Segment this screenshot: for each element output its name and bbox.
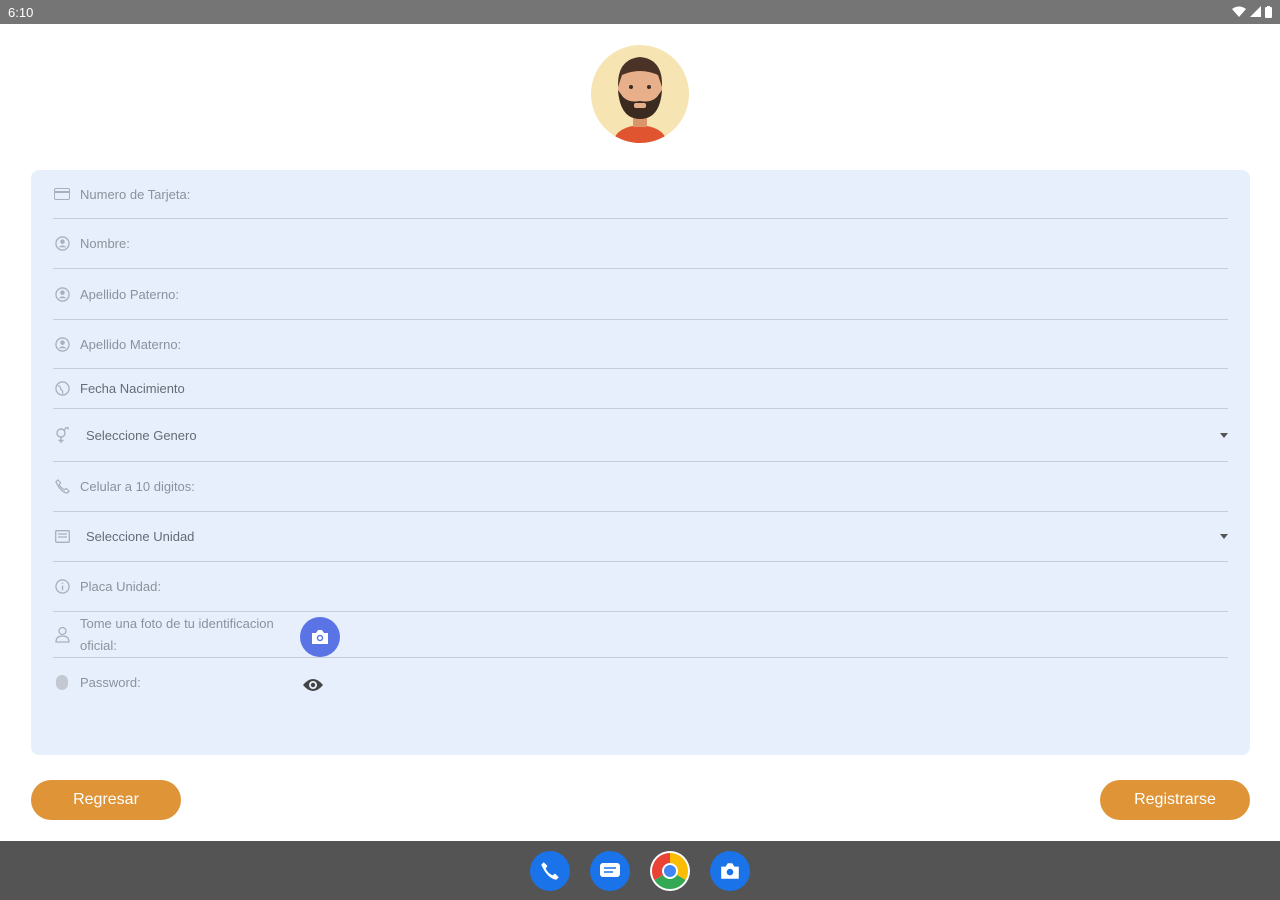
birthdate-label: Fecha Nacimiento: [80, 381, 185, 396]
person-icon: [53, 335, 71, 353]
unit-select-value: Seleccione Unidad: [86, 529, 195, 544]
registration-form: Numero de Tarjeta: Nombre: Apellido Pate…: [31, 170, 1250, 755]
maternal-surname-field[interactable]: Apellido Materno:: [53, 320, 1228, 369]
credit-card-icon: [53, 185, 71, 203]
gender-icon: [53, 426, 71, 444]
fingerprint-icon: [53, 673, 71, 691]
battery-icon: [1265, 6, 1272, 18]
eye-icon: [303, 679, 323, 691]
id-photo-label: Tome una foto de tu identificacion ofici…: [80, 615, 274, 653]
id-photo-field: Tome una foto de tu identificacion ofici…: [53, 612, 1228, 658]
phone-icon: [53, 478, 71, 496]
phone-label: Celular a 10 digitos:: [80, 479, 195, 494]
taskbar: [0, 841, 1280, 900]
person-outline-icon: [53, 626, 71, 644]
camera-app-icon[interactable]: [710, 850, 750, 891]
card-number-field[interactable]: Numero de Tarjeta:: [53, 170, 1228, 219]
gender-select[interactable]: Seleccione Genero: [53, 409, 1228, 462]
user-avatar-icon: [613, 57, 667, 143]
status-bar: 6:10: [0, 0, 1280, 24]
register-button[interactable]: Registrarse: [1100, 780, 1250, 820]
info-icon: [53, 578, 71, 596]
gender-select-value: Seleccione Genero: [86, 427, 197, 443]
phone-app-icon[interactable]: [530, 850, 570, 891]
wifi-icon: [1232, 6, 1246, 17]
password-field[interactable]: Password:: [53, 658, 1228, 706]
chevron-down-icon: [1220, 534, 1228, 539]
status-time: 6:10: [8, 4, 34, 20]
password-label: Password:: [80, 674, 141, 690]
unit-icon: [53, 528, 71, 546]
maternal-surname-label: Apellido Materno:: [80, 336, 182, 352]
plate-label: Placa Unidad:: [80, 579, 161, 594]
messages-app-icon[interactable]: [590, 850, 630, 891]
show-password-toggle[interactable]: [301, 673, 325, 697]
birthdate-field[interactable]: Fecha Nacimiento: [53, 369, 1228, 409]
signal-icon: [1250, 6, 1261, 17]
name-label: Nombre:: [80, 236, 130, 251]
chevron-down-icon: [1220, 432, 1228, 438]
back-button[interactable]: Regresar: [31, 780, 181, 820]
globe-icon: [53, 380, 71, 398]
camera-icon: [312, 630, 328, 644]
name-field[interactable]: Nombre:: [53, 219, 1228, 269]
paternal-surname-field[interactable]: Apellido Paterno:: [53, 269, 1228, 320]
paternal-surname-label: Apellido Paterno:: [80, 286, 180, 302]
status-icons: [1232, 6, 1272, 18]
avatar: [591, 45, 689, 143]
card-number-label: Numero de Tarjeta:: [80, 186, 191, 202]
plate-field[interactable]: Placa Unidad:: [53, 562, 1228, 612]
unit-select[interactable]: Seleccione Unidad: [53, 512, 1228, 562]
phone-field[interactable]: Celular a 10 digitos:: [53, 462, 1228, 512]
person-icon: [53, 235, 71, 253]
take-photo-button[interactable]: [300, 617, 340, 657]
chrome-app-icon[interactable]: [650, 850, 690, 891]
person-icon: [53, 285, 71, 303]
